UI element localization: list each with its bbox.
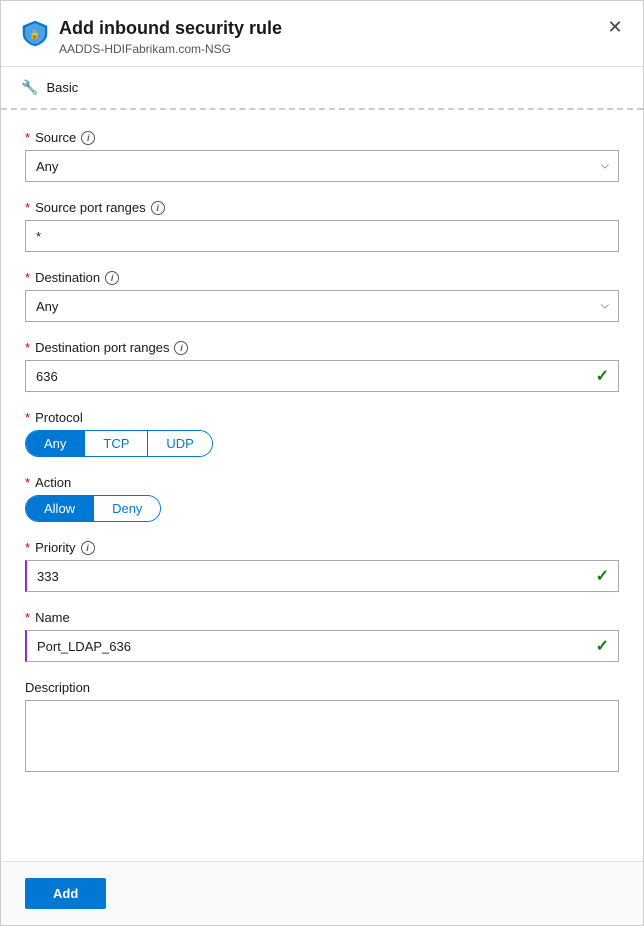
dialog-subtitle: AADDS-HDIFabrikam.com-NSG xyxy=(59,42,623,56)
action-toggle-group: Allow Deny xyxy=(25,495,161,522)
destination-port-info-icon: i xyxy=(174,341,188,355)
source-port-input[interactable] xyxy=(25,220,619,252)
source-info-icon: i xyxy=(81,131,95,145)
destination-info-icon: i xyxy=(105,271,119,285)
source-port-label-text: Source port ranges xyxy=(35,200,146,215)
priority-input-wrapper: ✓ xyxy=(25,560,619,592)
basic-section-tab: 🔧 Basic xyxy=(1,67,643,110)
dialog-footer: Add xyxy=(1,861,643,925)
action-label: * Action xyxy=(25,475,619,490)
priority-label-text: Priority xyxy=(35,540,75,555)
destination-label-text: Destination xyxy=(35,270,100,285)
priority-info-icon: i xyxy=(81,541,95,555)
dialog-title: Add inbound security rule xyxy=(59,17,623,40)
source-select-wrapper: Any IP Addresses Service Tag Application… xyxy=(25,150,619,182)
priority-group: * Priority i ✓ xyxy=(25,540,619,592)
source-port-required: * xyxy=(25,200,30,215)
add-inbound-security-rule-dialog: 🔒 Add inbound security rule AADDS-HDIFab… xyxy=(0,0,644,926)
source-port-ranges-group: * Source port ranges i xyxy=(25,200,619,252)
protocol-group: * Protocol Any TCP UDP xyxy=(25,410,619,457)
protocol-label-text: Protocol xyxy=(35,410,83,425)
source-port-label: * Source port ranges i xyxy=(25,200,619,215)
header-text-block: Add inbound security rule AADDS-HDIFabri… xyxy=(59,17,623,56)
source-port-info-icon: i xyxy=(151,201,165,215)
destination-port-input[interactable] xyxy=(25,360,619,392)
shield-icon: 🔒 xyxy=(21,19,49,47)
wrench-icon: 🔧 xyxy=(21,79,38,96)
source-required: * xyxy=(25,130,30,145)
protocol-label: * Protocol xyxy=(25,410,619,425)
destination-required: * xyxy=(25,270,30,285)
destination-label: * Destination i xyxy=(25,270,619,285)
action-group: * Action Allow Deny xyxy=(25,475,619,522)
action-allow-button[interactable]: Allow xyxy=(26,496,94,521)
destination-port-input-wrapper: ✓ xyxy=(25,360,619,392)
destination-select[interactable]: Any IP Addresses Service Tag Application… xyxy=(25,290,619,322)
protocol-any-button[interactable]: Any xyxy=(26,431,85,456)
name-required: * xyxy=(25,610,30,625)
destination-port-check-icon: ✓ xyxy=(596,366,609,386)
destination-port-ranges-group: * Destination port ranges i ✓ xyxy=(25,340,619,392)
source-group: * Source i Any IP Addresses Service Tag … xyxy=(25,130,619,182)
action-deny-button[interactable]: Deny xyxy=(94,496,160,521)
protocol-tcp-button[interactable]: TCP xyxy=(85,431,148,456)
protocol-udp-button[interactable]: UDP xyxy=(148,431,211,456)
svg-text:🔒: 🔒 xyxy=(29,29,40,39)
source-label-text: Source xyxy=(35,130,76,145)
protocol-toggle-group: Any TCP UDP xyxy=(25,430,213,457)
description-label-text: Description xyxy=(25,680,90,695)
basic-tab-label: Basic xyxy=(46,80,78,95)
source-label: * Source i xyxy=(25,130,619,145)
action-required: * xyxy=(25,475,30,490)
name-input-wrapper: ✓ xyxy=(25,630,619,662)
action-label-text: Action xyxy=(35,475,71,490)
name-input[interactable] xyxy=(25,630,619,662)
priority-required: * xyxy=(25,540,30,555)
close-button[interactable]: ✕ xyxy=(603,15,627,39)
destination-port-label: * Destination port ranges i xyxy=(25,340,619,355)
destination-group: * Destination i Any IP Addresses Service… xyxy=(25,270,619,322)
destination-select-wrapper: Any IP Addresses Service Tag Application… xyxy=(25,290,619,322)
description-label: Description xyxy=(25,680,619,695)
add-button[interactable]: Add xyxy=(25,878,106,909)
destination-port-label-text: Destination port ranges xyxy=(35,340,169,355)
name-label: * Name xyxy=(25,610,619,625)
priority-input[interactable] xyxy=(25,560,619,592)
name-check-icon: ✓ xyxy=(596,636,609,656)
form-body: * Source i Any IP Addresses Service Tag … xyxy=(1,110,643,861)
destination-port-required: * xyxy=(25,340,30,355)
dialog-header: 🔒 Add inbound security rule AADDS-HDIFab… xyxy=(1,1,643,67)
name-group: * Name ✓ xyxy=(25,610,619,662)
description-textarea[interactable] xyxy=(25,700,619,772)
description-group: Description xyxy=(25,680,619,775)
protocol-required: * xyxy=(25,410,30,425)
priority-label: * Priority i xyxy=(25,540,619,555)
source-select[interactable]: Any IP Addresses Service Tag Application… xyxy=(25,150,619,182)
priority-check-icon: ✓ xyxy=(596,566,609,586)
name-label-text: Name xyxy=(35,610,70,625)
